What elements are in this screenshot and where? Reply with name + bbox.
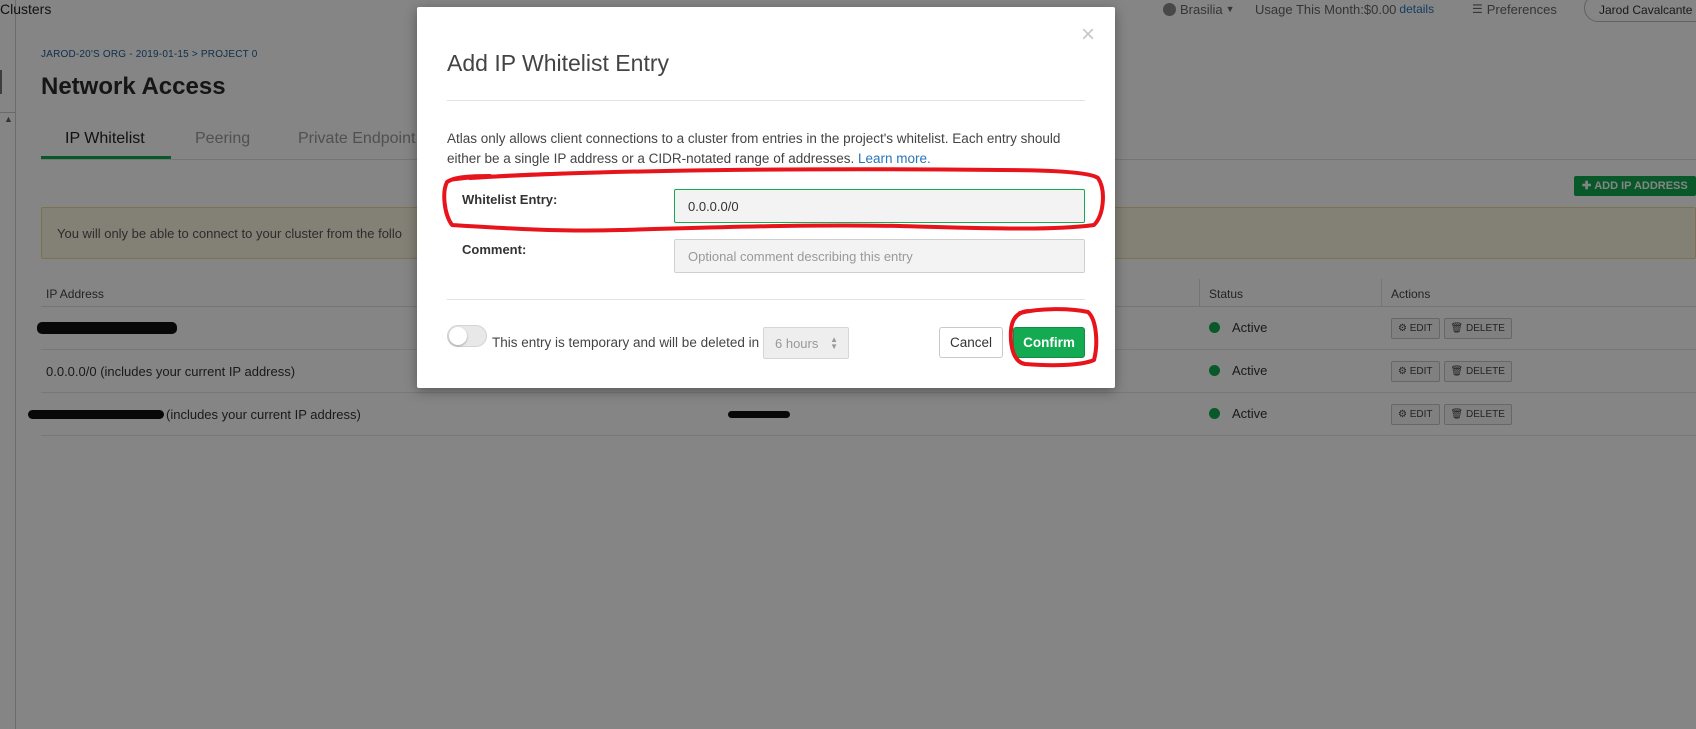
comment-label: Comment: [462,242,527,257]
temporary-entry-toggle[interactable] [447,325,487,347]
duration-select[interactable]: 6 hours ▲ ▼ [763,327,849,359]
spinner-arrows-icon: ▲ ▼ [830,335,838,351]
temporary-entry-label: This entry is temporary and will be dele… [492,335,760,350]
description-text: Atlas only allows client connections to … [447,131,1061,166]
whitelist-entry-label: Whitelist Entry: [462,192,558,207]
cancel-button[interactable]: Cancel [939,327,1003,358]
divider [447,100,1085,101]
comment-input[interactable] [674,239,1085,273]
divider [447,299,1085,300]
duration-value: 6 hours [775,336,819,351]
dialog-description: Atlas only allows client connections to … [447,129,1087,169]
whitelist-entry-input[interactable] [674,189,1085,223]
add-ip-whitelist-dialog: × Add IP Whitelist Entry Atlas only allo… [417,7,1115,388]
confirm-button[interactable]: Confirm [1013,327,1085,358]
learn-more-link[interactable]: Learn more. [858,151,931,166]
dialog-title: Add IP Whitelist Entry [447,50,669,76]
close-icon[interactable]: × [1081,21,1095,49]
toggle-knob [449,327,467,345]
